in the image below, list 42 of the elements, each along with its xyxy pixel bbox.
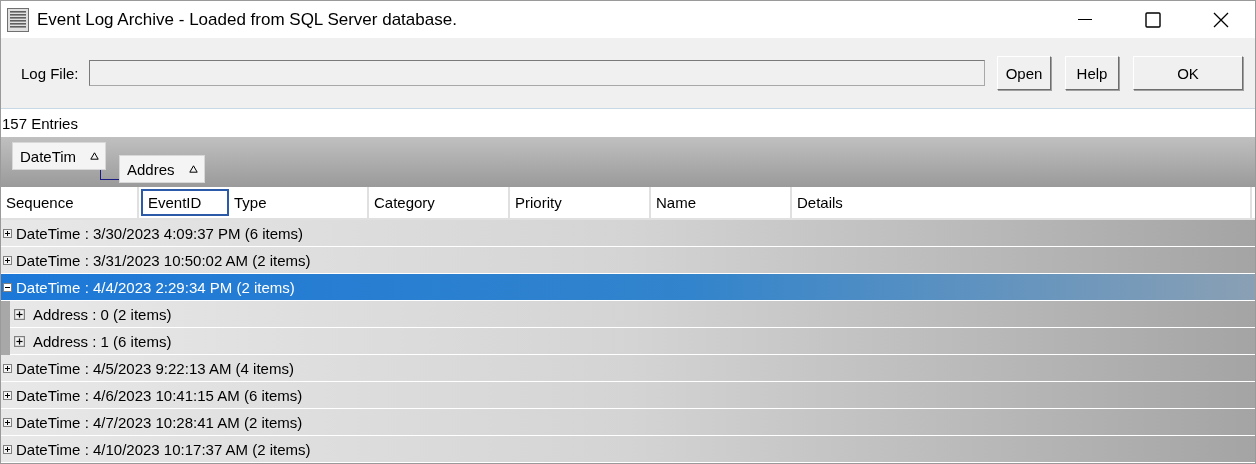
- log-file-field[interactable]: [88, 60, 985, 86]
- expand-icon[interactable]: [3, 417, 12, 427]
- collapse-icon[interactable]: [3, 282, 12, 292]
- group-by-chip[interactable]: DateTim: [12, 142, 107, 170]
- group-row[interactable]: DateTime : 3/30/2023 4:09:37 PM (6 items): [1, 220, 1255, 247]
- dialog-button[interactable]: Open: [997, 56, 1051, 90]
- column-header[interactable]: Priority: [510, 187, 651, 218]
- entry-count: 157 Entries: [2, 114, 78, 132]
- column-header[interactable]: Sequence: [1, 187, 139, 218]
- expand-icon[interactable]: [3, 228, 12, 238]
- column-header[interactable]: Details: [792, 187, 1252, 218]
- app-icon: [7, 7, 29, 32]
- subgroup-row[interactable]: Address : 1 (6 items): [10, 328, 1255, 355]
- column-header[interactable]: EventID: [141, 189, 229, 216]
- close-icon: [1213, 11, 1229, 28]
- sort-icon: [90, 152, 100, 160]
- window-title: Event Log Archive - Loaded from SQL Server database.: [37, 9, 458, 30]
- indent-bar: [1, 301, 10, 355]
- maximize-icon: [1145, 11, 1161, 28]
- group-by-chip[interactable]: Addres: [119, 155, 205, 183]
- subgroup-row[interactable]: Address : 0 (2 items): [10, 301, 1255, 328]
- group-row[interactable]: DateTime : 3/31/2023 10:50:02 AM (2 items): [1, 247, 1255, 274]
- dialog-button[interactable]: Help: [1065, 56, 1119, 90]
- sort-icon: [188, 165, 198, 173]
- column-header[interactable]: Name: [651, 187, 792, 218]
- connector-line: [100, 170, 119, 180]
- group-row[interactable]: DateTime : 4/10/2023 10:17:37 AM (2 items): [1, 436, 1255, 463]
- group-row[interactable]: DateTime : 4/7/2023 10:28:41 AM (2 items): [1, 409, 1255, 436]
- log-file-label: Log File:: [21, 64, 79, 82]
- group-row[interactable]: DateTime : 4/5/2023 9:22:13 AM (4 items): [1, 355, 1255, 382]
- expand-icon[interactable]: [14, 308, 25, 320]
- expand-icon[interactable]: [14, 335, 25, 347]
- expand-icon[interactable]: [3, 363, 12, 373]
- column-header[interactable]: Category: [369, 187, 510, 218]
- expand-icon[interactable]: [3, 444, 12, 454]
- column-header[interactable]: Type: [229, 187, 369, 218]
- dialog-button[interactable]: OK: [1133, 56, 1243, 90]
- expand-icon[interactable]: [3, 255, 12, 265]
- minimize-icon: [1078, 18, 1092, 21]
- group-row[interactable]: DateTime : 4/6/2023 10:41:15 AM (6 items): [1, 382, 1255, 409]
- expand-icon[interactable]: [3, 390, 12, 400]
- group-row[interactable]: DateTime : 4/4/2023 2:29:34 PM (2 items): [1, 274, 1255, 301]
